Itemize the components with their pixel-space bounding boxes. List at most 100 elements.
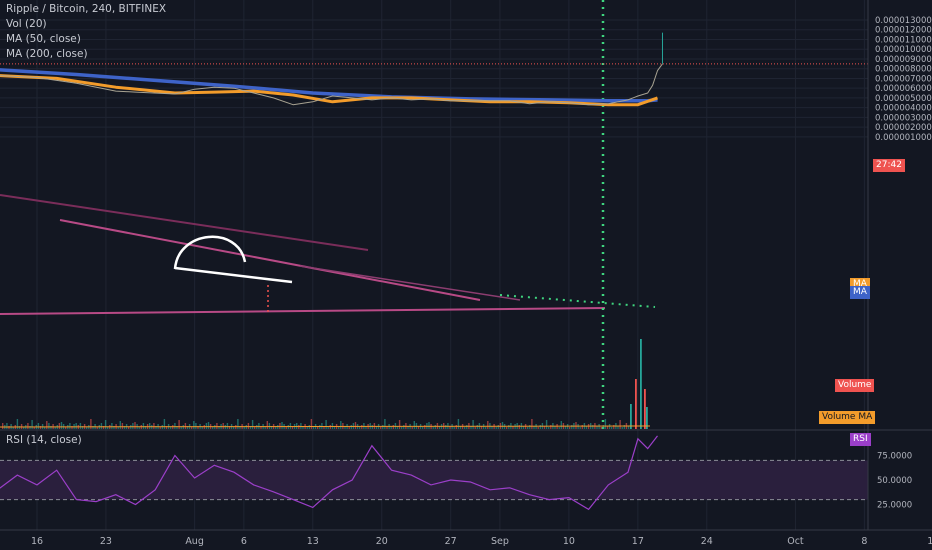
volume-bar [464,427,466,429]
rsi-tick-label: 50.0000 [877,476,912,486]
volume-bar [233,427,235,429]
volume-bar [207,422,210,429]
volume-bar [325,420,327,429]
ma200-legend[interactable]: MA (200, close) [6,48,88,60]
volume-bar [184,423,187,429]
volume-bar [268,423,271,429]
volume-bar [174,423,176,429]
rsi-tick-label: 75.0000 [877,452,912,462]
volume-bar [472,420,474,429]
volume-bar [424,425,426,429]
y-tick-label: 0.0000100000 [875,45,932,55]
y-tick-label: 0.0000010000 [875,133,932,143]
x-tick-label: 17 [632,536,644,547]
volume-bar [275,427,277,429]
volume-bar [193,421,195,429]
y-tick-label: 0.0000120000 [875,26,932,36]
volume-bar [644,389,646,429]
volume-bar [212,427,214,429]
volume-bar [428,422,430,429]
y-tick-label: 0.0000090000 [875,55,932,65]
volume-bar [390,427,392,429]
volume-bar [2,423,4,429]
volume-bar [340,421,342,429]
volume-bar [476,425,478,429]
x-tick-label: 16 [31,536,43,547]
y-tick-label: 0.0000070000 [875,74,932,84]
volume-bar [16,419,19,429]
y-tick-label: 0.0000030000 [875,113,932,123]
volume-bar [338,427,340,429]
volume-bar [132,423,134,429]
x-tick-label: 13 [307,536,319,547]
volume-bar [142,423,145,429]
chart-canvas[interactable]: 16 23 Aug 6 13 20 27 Sep 10 17 24 Oct 8 15 0.000013000… [0,0,932,550]
volume-bar [279,423,281,429]
volume-bar [264,427,266,429]
ma200-axis-tag: MA [850,286,870,299]
volume-bar [558,427,560,429]
volume-bar [531,419,533,429]
volume-bar [27,423,29,429]
volume-bar [254,427,256,429]
volume-bar [485,427,487,429]
volume-bar [581,425,583,429]
volume-bar [37,423,40,429]
y-tick-label: 0.0000040000 [875,104,932,114]
volume-bar [195,423,197,429]
volume-bar [285,427,287,429]
volume-bar [317,427,319,429]
volume-bar [466,425,468,429]
volume-bar [29,426,31,429]
volume-bar [508,425,510,429]
x-tick-label: Oct [787,536,804,547]
volume-bar [539,425,541,429]
volume-bar [529,425,531,429]
rsi-band [0,460,868,500]
rsi-legend[interactable]: RSI (14, close) [6,434,82,446]
volume-legend[interactable]: Vol (20) [6,18,47,30]
x-tick-label: 20 [376,536,388,547]
y-tick-label: 0.0000020000 [875,123,932,133]
volume-bar [382,425,384,429]
volume-bar [569,427,571,429]
volume-bar [251,420,254,429]
volume-bar [545,420,548,429]
price-countdown-tag: 27:42 [873,159,905,172]
volume-bar [306,427,308,429]
rsi-axis-tag: RSI [850,433,871,446]
x-tick-label: 27 [445,536,457,547]
volume-bar [495,427,497,429]
volume-bar [119,421,121,429]
volume-bar [69,423,71,429]
volume-bar [354,422,357,429]
volume-bar [611,427,613,429]
volume-bar [550,425,552,429]
volume-bar [380,427,382,429]
x-tick-label: 24 [701,536,713,547]
volume-bar [121,423,124,429]
volume-bar [401,427,403,429]
x-tick-label: Sep [491,536,509,547]
volume-bar [359,427,361,429]
volume-bar [497,425,499,429]
volume-bar [392,425,394,429]
volume-bar [153,423,155,429]
volume-bar [630,404,632,429]
volume-bar [58,423,61,429]
volume-bar [6,423,8,429]
volume-bar [237,419,239,429]
volume-bar [191,427,193,429]
volume-bar [453,427,455,429]
volume-bar [8,426,10,429]
chart-title: Ripple / Bitcoin, 240, BITFINEX [6,3,167,15]
volume-bar [329,425,331,429]
volume-bar [371,425,373,429]
volume-bar [361,425,363,429]
ma50-legend[interactable]: MA (50, close) [6,33,81,45]
y-tick-label: 0.0000060000 [875,84,932,94]
volume-bar [247,423,250,429]
volume-bar [321,423,323,429]
volume-bar [216,423,218,429]
volume-bar [411,427,413,429]
